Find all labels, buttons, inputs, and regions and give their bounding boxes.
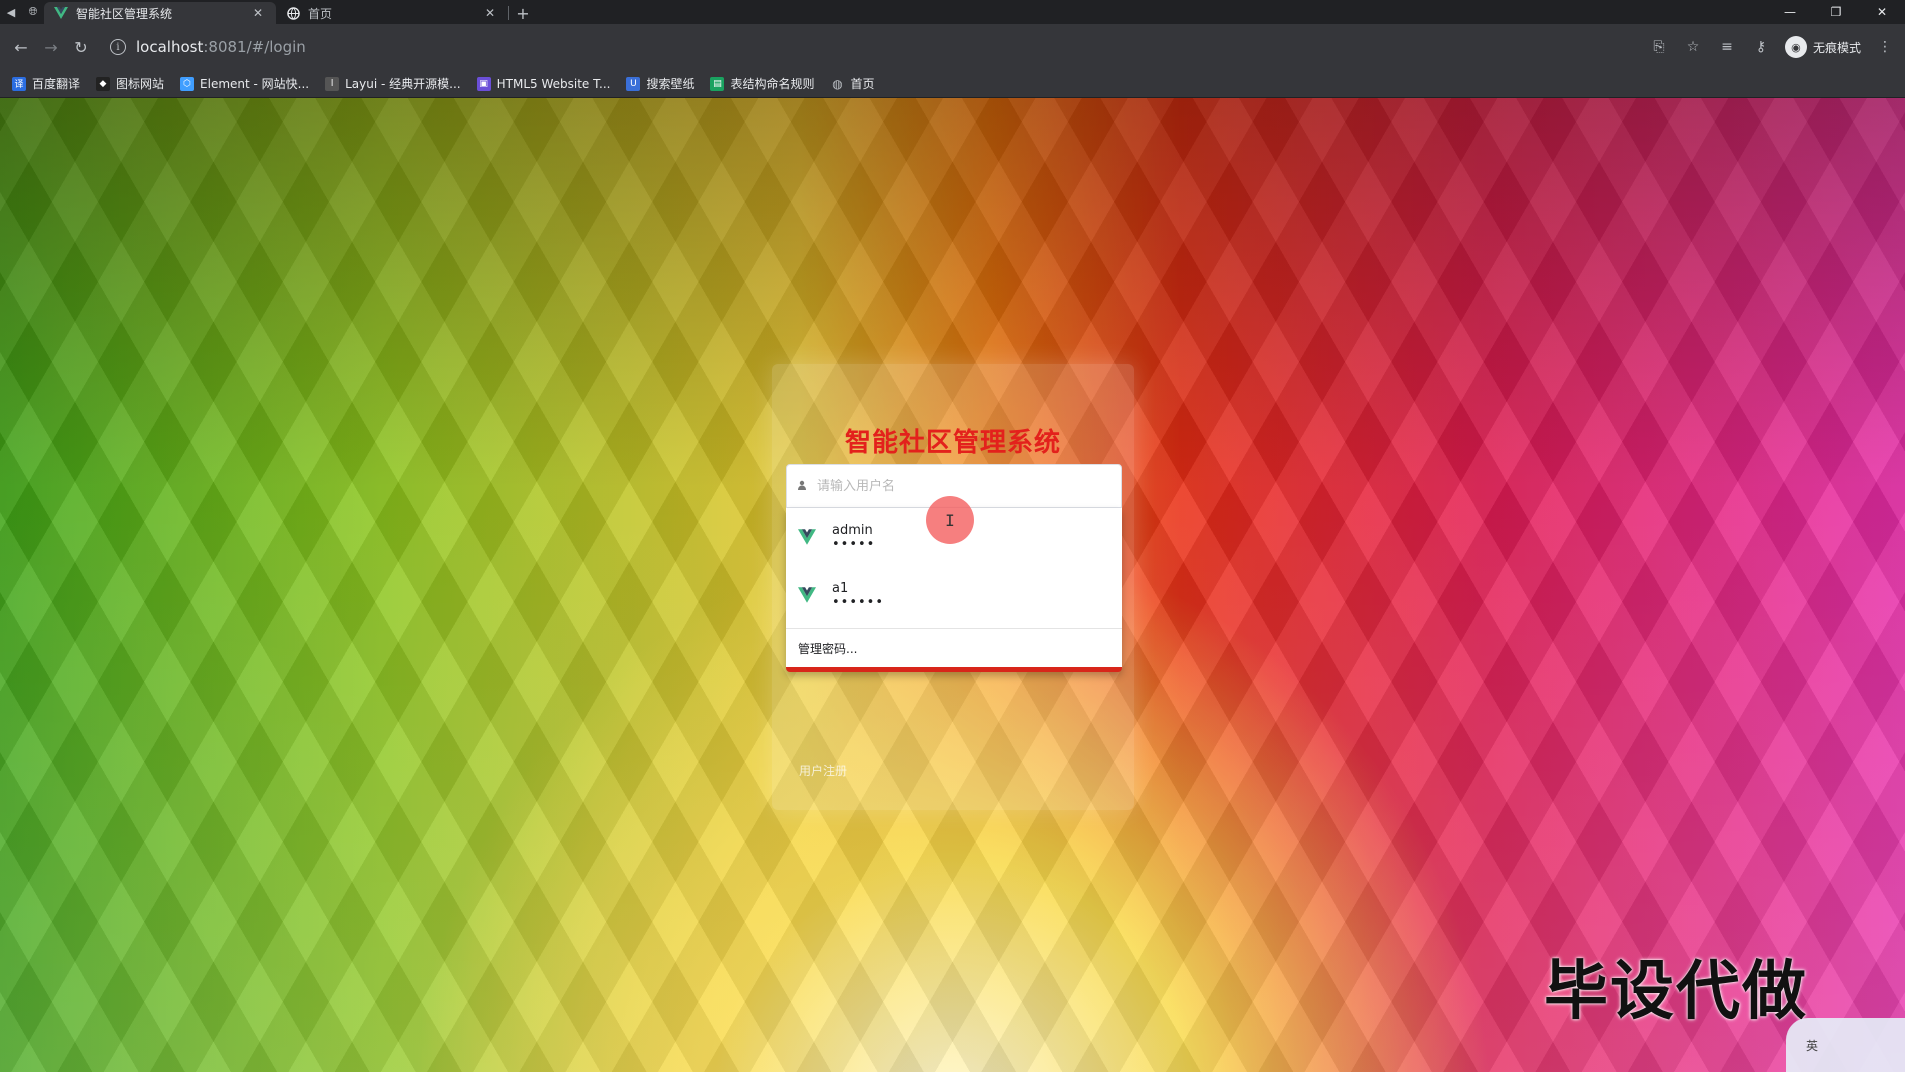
reading-list-icon[interactable]: ≡ [1717, 37, 1737, 57]
star-icon[interactable]: ☆ [1683, 37, 1703, 57]
tab-search-icon[interactable]: ◀ [0, 0, 22, 24]
bookmark-favicon-icon: 译 [12, 76, 26, 91]
login-page: 智能社区管理系统 admin ••••• a1 •••••• [0, 98, 1905, 1072]
bookmarks-bar: 译百度翻译 ◆ 图标网站 ⬡ Element - 网站快... l Layui - 经… [0, 70, 1905, 98]
incognito-indicator[interactable]: ◉ 无痕模式 [1784, 36, 1861, 58]
bookmark-item[interactable]: ▣ HTML5 Website T... [469, 72, 619, 96]
autofill-credential[interactable]: a1 •••••• [786, 566, 1122, 624]
text-cursor-icon: I [926, 496, 974, 544]
bookmark-favicon-icon: l [325, 76, 340, 91]
bookmark-label: 搜索壁纸 [646, 77, 695, 91]
autofill-username: a1 [832, 580, 849, 596]
window-controls: — ❐ ✕ [1767, 0, 1905, 24]
bookmark-label: 表结构命名规则 [730, 77, 815, 91]
bookmark-favicon-icon: ▣ [476, 76, 491, 91]
info-icon[interactable]: i [110, 39, 126, 55]
tab-close-icon[interactable]: ✕ [482, 6, 498, 20]
address-bar[interactable]: i localhost:8081/#/login [102, 32, 1649, 62]
tab-title: 智能社区管理系统 [76, 6, 173, 21]
autofill-username: admin [832, 522, 873, 538]
vue-logo-icon [54, 6, 68, 20]
globe-icon: ◍ [832, 76, 843, 91]
reload-icon[interactable]: ↻ [66, 32, 96, 62]
vue-logo-icon [798, 529, 816, 545]
back-arrow-icon[interactable]: ← [6, 32, 36, 62]
login-card: 智能社区管理系统 admin ••••• a1 •••••• [772, 364, 1134, 810]
bookmark-label: Element - 网站快... [200, 77, 310, 91]
bookmark-item[interactable]: ◍ 首页 [822, 72, 882, 96]
bookmark-item[interactable]: 译百度翻译 [4, 72, 88, 96]
bookmark-label: HTML5 Website T... [496, 76, 611, 91]
bookmark-item[interactable]: ◆ 图标网站 [88, 72, 172, 96]
bookmark-item[interactable]: l Layui - 经典开源模... [317, 72, 468, 96]
key-icon[interactable]: ⚷ [1751, 37, 1771, 57]
globe-icon: 🌐︎ [28, 5, 38, 18]
vue-logo-icon [798, 587, 816, 603]
tab-close-icon[interactable]: ✕ [250, 6, 266, 20]
bookmark-item[interactable]: U 搜索壁纸 [618, 72, 702, 96]
bookmark-item[interactable]: ⬡ Element - 网站快... [172, 72, 317, 96]
bookmark-label: Layui - 经典开源模... [345, 77, 461, 91]
translate-icon[interactable]: ⎘ [1649, 37, 1669, 57]
tab-inactive[interactable]: 首页 ✕ [276, 2, 508, 24]
autofill-password-mask: ••••• [832, 536, 876, 552]
user-icon [797, 479, 809, 493]
restore-icon[interactable]: ❐ [1813, 0, 1859, 24]
incognito-label: 无痕模式 [1812, 40, 1861, 55]
url-host: localhost [136, 38, 204, 56]
close-window-icon[interactable]: ✕ [1859, 0, 1905, 24]
username-input[interactable] [817, 478, 1111, 494]
system-title: 智能社区管理系统 [844, 428, 1061, 458]
bookmark-favicon-icon: ⬡ [180, 76, 195, 91]
menu-kebab-icon[interactable]: ⋮ [1875, 37, 1895, 57]
ime-indicator[interactable]: 英 [1786, 1018, 1905, 1072]
manage-passwords-link[interactable]: 管理密码... [786, 629, 1122, 667]
bookmark-label: 百度翻译 [32, 77, 81, 91]
bookmark-favicon-icon: ◆ [96, 76, 111, 91]
bookmark-item[interactable]: ▤ 表结构命名规则 [702, 72, 822, 96]
tab-strip: ◀ 🌐︎ 智能社区管理系统 ✕ 首页 ✕ + — ❐ ✕ [0, 0, 1905, 24]
forward-arrow-icon[interactable]: → [36, 32, 66, 62]
bookmark-label: 图标网站 [116, 77, 165, 91]
bookmark-label: 首页 [850, 77, 875, 91]
browser-toolbar: ← → ↻ i localhost:8081/#/login ⎘ ☆ ≡ ⚷ ◉… [0, 24, 1905, 70]
toolbar-actions: ⎘ ☆ ≡ ⚷ ◉ 无痕模式 ⋮ [1649, 36, 1895, 58]
tab-title: 首页 [308, 6, 333, 21]
tab-active[interactable]: 智能社区管理系统 ✕ [44, 2, 276, 24]
ime-language-label: 英 [1806, 1038, 1819, 1053]
bookmark-favicon-icon: U [626, 76, 641, 91]
autofill-password-mask: •••••• [832, 594, 885, 610]
new-tab-button[interactable]: + [509, 2, 537, 24]
minimize-icon[interactable]: — [1767, 0, 1813, 24]
register-link[interactable]: 用户注册 [799, 762, 847, 779]
url-path: :8081/#/login [203, 38, 306, 56]
bookmark-favicon-icon: ▤ [710, 76, 725, 91]
globe-icon [286, 6, 300, 20]
watermark-text: 毕设代做 [1544, 955, 1808, 1029]
incognito-icon: ◉ [1784, 36, 1807, 58]
